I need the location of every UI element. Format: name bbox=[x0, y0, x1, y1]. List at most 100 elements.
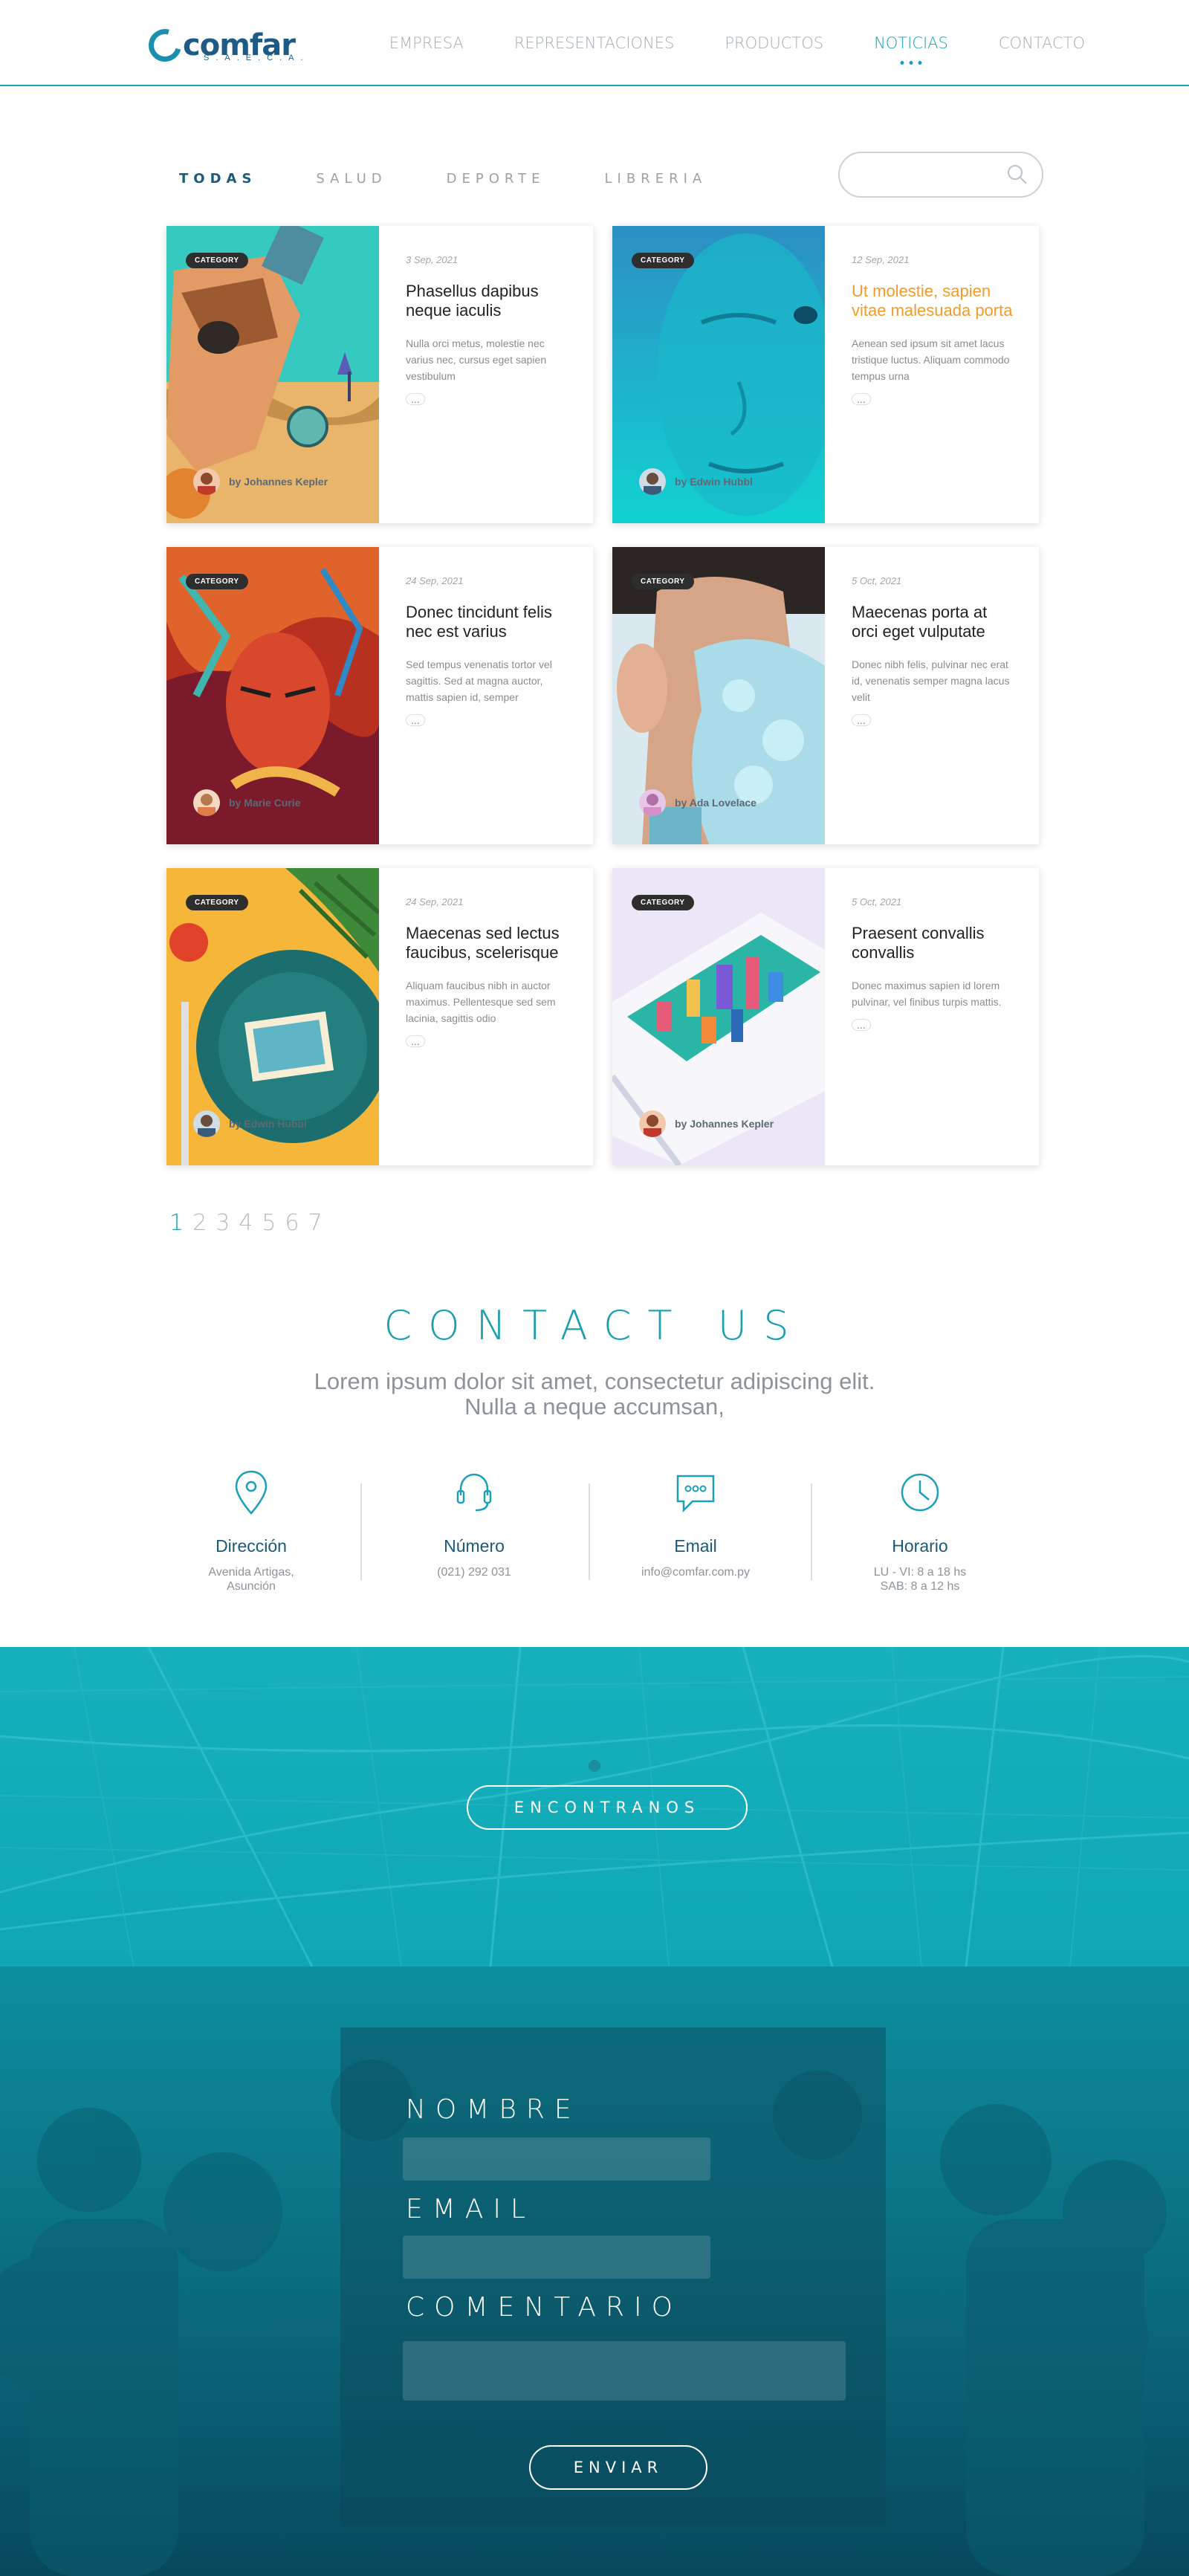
news-card[interactable]: CATEGORY 5 Oct, 2021 Praesent convallis … bbox=[612, 868, 1039, 1165]
enviar-button[interactable]: ENVIAR bbox=[529, 2445, 707, 2490]
nav-noticias-label: NOTICIAS bbox=[874, 34, 948, 52]
category-badge[interactable]: CATEGORY bbox=[632, 574, 694, 589]
search-box bbox=[838, 152, 1043, 198]
card-date: 3 Sep, 2021 bbox=[406, 254, 459, 265]
card-more-button[interactable]: ... bbox=[406, 393, 425, 405]
pagination: 1 2 3 4 5 6 7 bbox=[169, 1210, 331, 1236]
category-badge[interactable]: CATEGORY bbox=[632, 253, 694, 268]
author-name: by Edwin Hubbl bbox=[675, 476, 753, 488]
author-name: by Ada Lovelace bbox=[675, 797, 757, 809]
nav-noticias[interactable]: NOTICIAS bbox=[874, 34, 948, 65]
card-excerpt: Nulla orci metus, molestie nec varius ne… bbox=[406, 337, 547, 382]
news-card[interactable]: CATEGORY 12 Sep, 2021 Ut molestie, sapie… bbox=[612, 226, 1039, 523]
category-filters: TODAS SALUD DEPORTE LIBRERIA bbox=[179, 171, 766, 187]
category-badge[interactable]: CATEGORY bbox=[186, 574, 248, 589]
comentario-field[interactable] bbox=[403, 2341, 846, 2401]
divider bbox=[589, 1483, 590, 1580]
author-name: by Johannes Kepler bbox=[229, 476, 328, 488]
card-title[interactable]: Donec tincidunt felis nec est varius bbox=[406, 603, 571, 641]
nav-productos[interactable]: PRODUCTOS bbox=[725, 34, 823, 52]
info-value: Avenida Artigas, Asunción bbox=[208, 1566, 294, 1593]
info-label: Email bbox=[674, 1536, 717, 1556]
page-5[interactable]: 5 bbox=[262, 1210, 276, 1236]
headset-icon bbox=[456, 1473, 492, 1512]
author-name: by Marie Curie bbox=[229, 797, 301, 809]
card-excerpt: Aenean sed ipsum sit amet lacus tristiqu… bbox=[852, 337, 1010, 382]
nav-contacto[interactable]: CONTACTO bbox=[999, 34, 1085, 52]
card-date: 5 Oct, 2021 bbox=[852, 575, 902, 586]
card-author[interactable]: by Johannes Kepler bbox=[639, 1110, 774, 1137]
page-1[interactable]: 1 bbox=[169, 1210, 184, 1236]
category-badge[interactable]: CATEGORY bbox=[632, 895, 694, 910]
card-author[interactable]: by Johannes Kepler bbox=[193, 468, 328, 495]
card-more-button[interactable]: ... bbox=[852, 1019, 871, 1031]
card-date: 12 Sep, 2021 bbox=[852, 254, 910, 265]
card-title[interactable]: Maecenas porta at orci eget vulputate bbox=[852, 603, 1017, 641]
clock-icon bbox=[901, 1473, 939, 1512]
news-card[interactable]: CATEGORY 5 Oct, 2021 Maecenas porta at o… bbox=[612, 547, 1039, 844]
category-badge[interactable]: CATEGORY bbox=[186, 895, 248, 910]
card-more-button[interactable]: ... bbox=[406, 714, 425, 726]
logo-subtitle: S.A.E.C.A. bbox=[204, 54, 310, 62]
card-title[interactable]: Ut molestie, sapien vitae malesuada port… bbox=[852, 282, 1017, 320]
page-4[interactable]: 4 bbox=[239, 1210, 253, 1236]
card-author[interactable]: by Marie Curie bbox=[193, 789, 300, 816]
card-title[interactable]: Praesent convallis convallis bbox=[852, 924, 1017, 962]
nav-representaciones[interactable]: REPRESENTACIONES bbox=[514, 34, 675, 52]
card-author[interactable]: by Ada Lovelace bbox=[639, 789, 757, 816]
page-2[interactable]: 2 bbox=[192, 1210, 207, 1236]
card-author[interactable]: by Edwin Hubbl bbox=[639, 468, 753, 495]
location-pin-icon bbox=[235, 1470, 268, 1515]
card-author[interactable]: by Edwin Hubbl bbox=[193, 1110, 307, 1137]
card-date: 24 Sep, 2021 bbox=[406, 896, 464, 907]
site-header: comfar S.A.E.C.A. EMPRESA REPRESENTACION… bbox=[0, 0, 1189, 86]
active-indicator-dots bbox=[900, 61, 922, 65]
comfar-logo[interactable]: comfar S.A.E.C.A. bbox=[142, 22, 303, 68]
author-name: by Edwin Hubbl bbox=[229, 1118, 307, 1130]
filter-salud[interactable]: SALUD bbox=[316, 171, 386, 187]
search-icon[interactable] bbox=[1006, 164, 1028, 186]
card-title[interactable]: Phasellus dapibus neque iaculis bbox=[406, 282, 571, 320]
avatar bbox=[193, 468, 220, 495]
card-date: 24 Sep, 2021 bbox=[406, 575, 464, 586]
contact-horario: Horario LU - VI: 8 a 18 hs SAB: 8 a 12 h… bbox=[823, 1469, 1017, 1593]
logo-mark-icon bbox=[142, 22, 188, 68]
card-date: 5 Oct, 2021 bbox=[852, 896, 902, 907]
encontranos-button[interactable]: ENCONTRANOS bbox=[467, 1785, 748, 1830]
news-card[interactable]: CATEGORY 24 Sep, 2021 Maecenas sed lectu… bbox=[166, 868, 593, 1165]
page-7[interactable]: 7 bbox=[308, 1210, 323, 1236]
page-3[interactable]: 3 bbox=[216, 1210, 230, 1236]
search-input[interactable] bbox=[856, 153, 1005, 195]
filter-libreria[interactable]: LIBRERIA bbox=[605, 171, 707, 187]
info-label: Horario bbox=[892, 1536, 948, 1556]
avatar bbox=[193, 1110, 220, 1137]
info-value: LU - VI: 8 a 18 hs SAB: 8 a 12 hs bbox=[873, 1566, 967, 1593]
avatar bbox=[639, 468, 666, 495]
avatar bbox=[639, 789, 666, 816]
avatar bbox=[193, 789, 220, 816]
email-label: EMAIL bbox=[406, 2194, 536, 2224]
email-field[interactable] bbox=[403, 2236, 710, 2279]
divider bbox=[811, 1483, 812, 1580]
author-name: by Johannes Kepler bbox=[675, 1118, 774, 1130]
avatar bbox=[639, 1110, 666, 1137]
nombre-field[interactable] bbox=[403, 2138, 710, 2181]
news-card[interactable]: CATEGORY 3 Sep, 2021 Phasellus dapibus n… bbox=[166, 226, 593, 523]
card-more-button[interactable]: ... bbox=[852, 393, 871, 405]
contact-subtitle: Lorem ipsum dolor sit amet, consectetur … bbox=[314, 1368, 875, 1420]
contact-numero: Número (021) 292 031 bbox=[378, 1469, 571, 1579]
card-title[interactable]: Maecenas sed lectus faucibus, scelerisqu… bbox=[406, 924, 571, 962]
card-more-button[interactable]: ... bbox=[852, 714, 871, 726]
filter-deporte[interactable]: DEPORTE bbox=[447, 171, 545, 187]
page-6[interactable]: 6 bbox=[285, 1210, 299, 1236]
info-value[interactable]: (021) 292 031 bbox=[378, 1565, 571, 1579]
category-badge[interactable]: CATEGORY bbox=[186, 253, 248, 268]
contact-direccion: Dirección Avenida Artigas, Asunción bbox=[155, 1469, 348, 1593]
divider bbox=[360, 1483, 362, 1580]
card-excerpt: Donec maximus sapien id lorem pulvinar, … bbox=[852, 980, 1002, 1008]
info-value[interactable]: info@comfar.com.py bbox=[599, 1565, 792, 1579]
card-more-button[interactable]: ... bbox=[406, 1035, 425, 1047]
nav-empresa[interactable]: EMPRESA bbox=[389, 34, 464, 52]
news-card[interactable]: CATEGORY 24 Sep, 2021 Donec tincidunt fe… bbox=[166, 547, 593, 844]
filter-todas[interactable]: TODAS bbox=[179, 171, 256, 187]
